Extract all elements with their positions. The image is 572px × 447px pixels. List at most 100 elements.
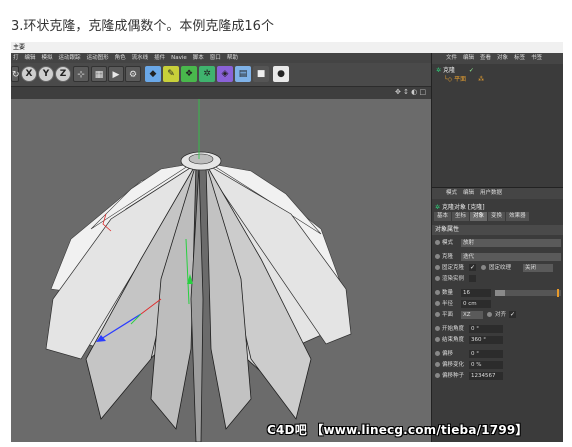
keyframe-dot-icon[interactable] [435, 351, 440, 356]
x-axis-toggle[interactable]: X [21, 66, 37, 82]
window-title: 主要 [11, 42, 563, 53]
keyframe-dot-icon[interactable] [435, 276, 440, 281]
render-view-icon[interactable]: ▦ [91, 66, 107, 82]
render-instance-checkbox[interactable] [469, 275, 476, 282]
tab-coords[interactable]: 坐标 [452, 212, 470, 221]
attribute-manager: 模式 编辑 用户数据 ✲ 克隆对象 [克隆] 基本 坐标 对象 变换 效果器 对… [431, 187, 563, 442]
light-icon[interactable]: ● [273, 66, 289, 82]
offset-seed-row: 偏移种子 1234567 [435, 371, 563, 381]
menu-item[interactable]: 运动跟踪 [59, 53, 81, 63]
offset-input[interactable]: 0 ° [469, 350, 503, 358]
om-menu-item[interactable]: 文件 [446, 53, 457, 64]
3d-viewport[interactable] [11, 99, 431, 442]
keyframe-dot-icon[interactable] [435, 265, 440, 270]
field-label: 结束角度 [442, 337, 465, 343]
menu-item[interactable]: 窗口 [210, 53, 221, 63]
plane-dropdown[interactable]: XZ [461, 311, 483, 319]
y-axis-toggle[interactable]: Y [38, 66, 54, 82]
menu-item[interactable]: Navie [171, 53, 187, 63]
align-checkbox[interactable]: ✓ [509, 311, 516, 318]
keyframe-dot-icon[interactable] [487, 310, 494, 320]
am-menu-item[interactable]: 编辑 [463, 188, 474, 199]
count-input[interactable]: 16 [461, 289, 491, 297]
cloner-icon[interactable]: ✲ [199, 66, 215, 82]
object-row-cloner[interactable]: ✲ 克隆 ✓ [436, 66, 474, 75]
clones-dropdown[interactable]: 迭代 [461, 253, 561, 261]
render-picture-viewer-icon[interactable]: ▶ [108, 66, 124, 82]
am-menu-item[interactable]: 用户数据 [480, 188, 502, 199]
keyframe-dot-icon[interactable] [435, 312, 440, 317]
material-tag-icon[interactable]: ⁂ [478, 76, 484, 83]
object-title-text: 克隆对象 [克隆] [441, 204, 485, 211]
page-heading: 3.环状克隆，克隆成偶数个。本例克隆成16个 [11, 19, 274, 34]
menu-item[interactable]: 帮助 [227, 53, 238, 63]
rotate-tool-icon[interactable]: ↻ [11, 66, 20, 82]
object-row-plane[interactable]: └◇ 平面 ⁂ [444, 75, 484, 84]
subdivision-surface-icon[interactable]: ❖ [181, 66, 197, 82]
field-label: 偏移 [442, 351, 454, 357]
keyframe-dot-icon[interactable] [481, 263, 488, 273]
om-menu-item[interactable]: 书签 [531, 53, 542, 64]
section-title: 对象属性 [432, 225, 563, 235]
om-menu-item[interactable]: 查看 [480, 53, 491, 64]
offset-row: 偏移 0 ° [435, 349, 563, 359]
cube-icon[interactable]: ◆ [145, 66, 161, 82]
tab-object[interactable]: 对象 [470, 212, 488, 221]
om-menu-item[interactable]: 编辑 [463, 53, 474, 64]
cloner-icon: ✲ [436, 67, 442, 74]
deformer-icon[interactable]: ◈ [217, 66, 233, 82]
fixed-texture-dropdown[interactable]: 关闭 [523, 264, 553, 272]
z-axis-toggle[interactable]: Z [55, 66, 71, 82]
offset-variation-input[interactable]: 0 % [469, 361, 503, 369]
render-instance-row: 渲染实例 [435, 274, 563, 284]
field-label: 偏移变化 [442, 362, 465, 368]
field-label: 偏移种子 [442, 373, 465, 379]
keyframe-dot-icon[interactable] [435, 290, 440, 295]
start-angle-input[interactable]: 0 ° [469, 325, 503, 333]
count-slider[interactable] [495, 289, 561, 297]
keyframe-dot-icon[interactable] [435, 254, 440, 259]
viewport-header: ✥ ↕ ◐ □ [11, 87, 431, 99]
camera-icon[interactable]: ■ [253, 66, 269, 82]
om-menu-item[interactable]: 标签 [514, 53, 525, 64]
radius-input[interactable]: 0 cm [461, 300, 491, 308]
field-label: 模式 [442, 240, 454, 246]
menu-item[interactable]: 打 [13, 53, 19, 63]
offset-variation-row: 偏移变化 0 % [435, 360, 563, 370]
menu-item[interactable]: 运动图形 [87, 53, 109, 63]
field-label: 固定纹理 [489, 265, 512, 271]
offset-seed-input[interactable]: 1234567 [469, 372, 503, 380]
count-row: 数量 16 [435, 288, 563, 298]
render-settings-icon[interactable]: ⚙ [125, 66, 141, 82]
tab-transform[interactable]: 变换 [488, 212, 506, 221]
menu-item[interactable]: 流水线 [132, 53, 149, 63]
keyframe-dot-icon[interactable] [435, 326, 440, 331]
pen-spline-icon[interactable]: ✎ [163, 66, 179, 82]
keyframe-dot-icon[interactable] [435, 362, 440, 367]
menu-item[interactable]: 编辑 [25, 53, 36, 63]
viewport-nav-icon[interactable]: ✥ ↕ ◐ □ [395, 88, 426, 96]
menu-item[interactable]: 角色 [115, 53, 126, 63]
om-menu-item[interactable]: 对象 [497, 53, 508, 64]
keyframe-dot-icon[interactable] [435, 240, 440, 245]
end-angle-input[interactable]: 360 ° [469, 336, 503, 344]
menu-item[interactable]: 插件 [154, 53, 165, 63]
menu-item[interactable]: 模拟 [42, 53, 53, 63]
tab-basic[interactable]: 基本 [434, 212, 452, 221]
main-toolbar: ↻ X Y Z ⊹ ▦ ▶ ⚙ ◆ ✎ ❖ ✲ ◈ ▤ ■ ● [11, 63, 431, 87]
floor-grid-icon[interactable]: ▤ [235, 66, 251, 82]
attribute-object-title: ✲ 克隆对象 [克隆] [435, 202, 485, 211]
main-menubar: 打 编辑 模拟 运动跟踪 运动图形 角色 流水线 插件 Navie 脚本 窗口 … [11, 53, 431, 63]
c4d-window: 主要 打 编辑 模拟 运动跟踪 运动图形 角色 流水线 插件 Navie 脚本 … [11, 42, 563, 442]
mode-dropdown[interactable]: 放射 [461, 239, 561, 247]
keyframe-dot-icon[interactable] [435, 301, 440, 306]
coordinate-system-icon[interactable]: ⊹ [73, 66, 89, 82]
field-label: 半径 [442, 301, 454, 307]
tab-effectors[interactable]: 效果器 [506, 212, 529, 221]
am-menu-item[interactable]: 模式 [446, 188, 457, 199]
keyframe-dot-icon[interactable] [435, 337, 440, 342]
keyframe-dot-icon[interactable] [435, 373, 440, 378]
visibility-check-icon[interactable]: ✓ [469, 67, 474, 74]
menu-item[interactable]: 脚本 [193, 53, 204, 63]
fixed-clone-checkbox[interactable]: ✓ [469, 264, 476, 271]
